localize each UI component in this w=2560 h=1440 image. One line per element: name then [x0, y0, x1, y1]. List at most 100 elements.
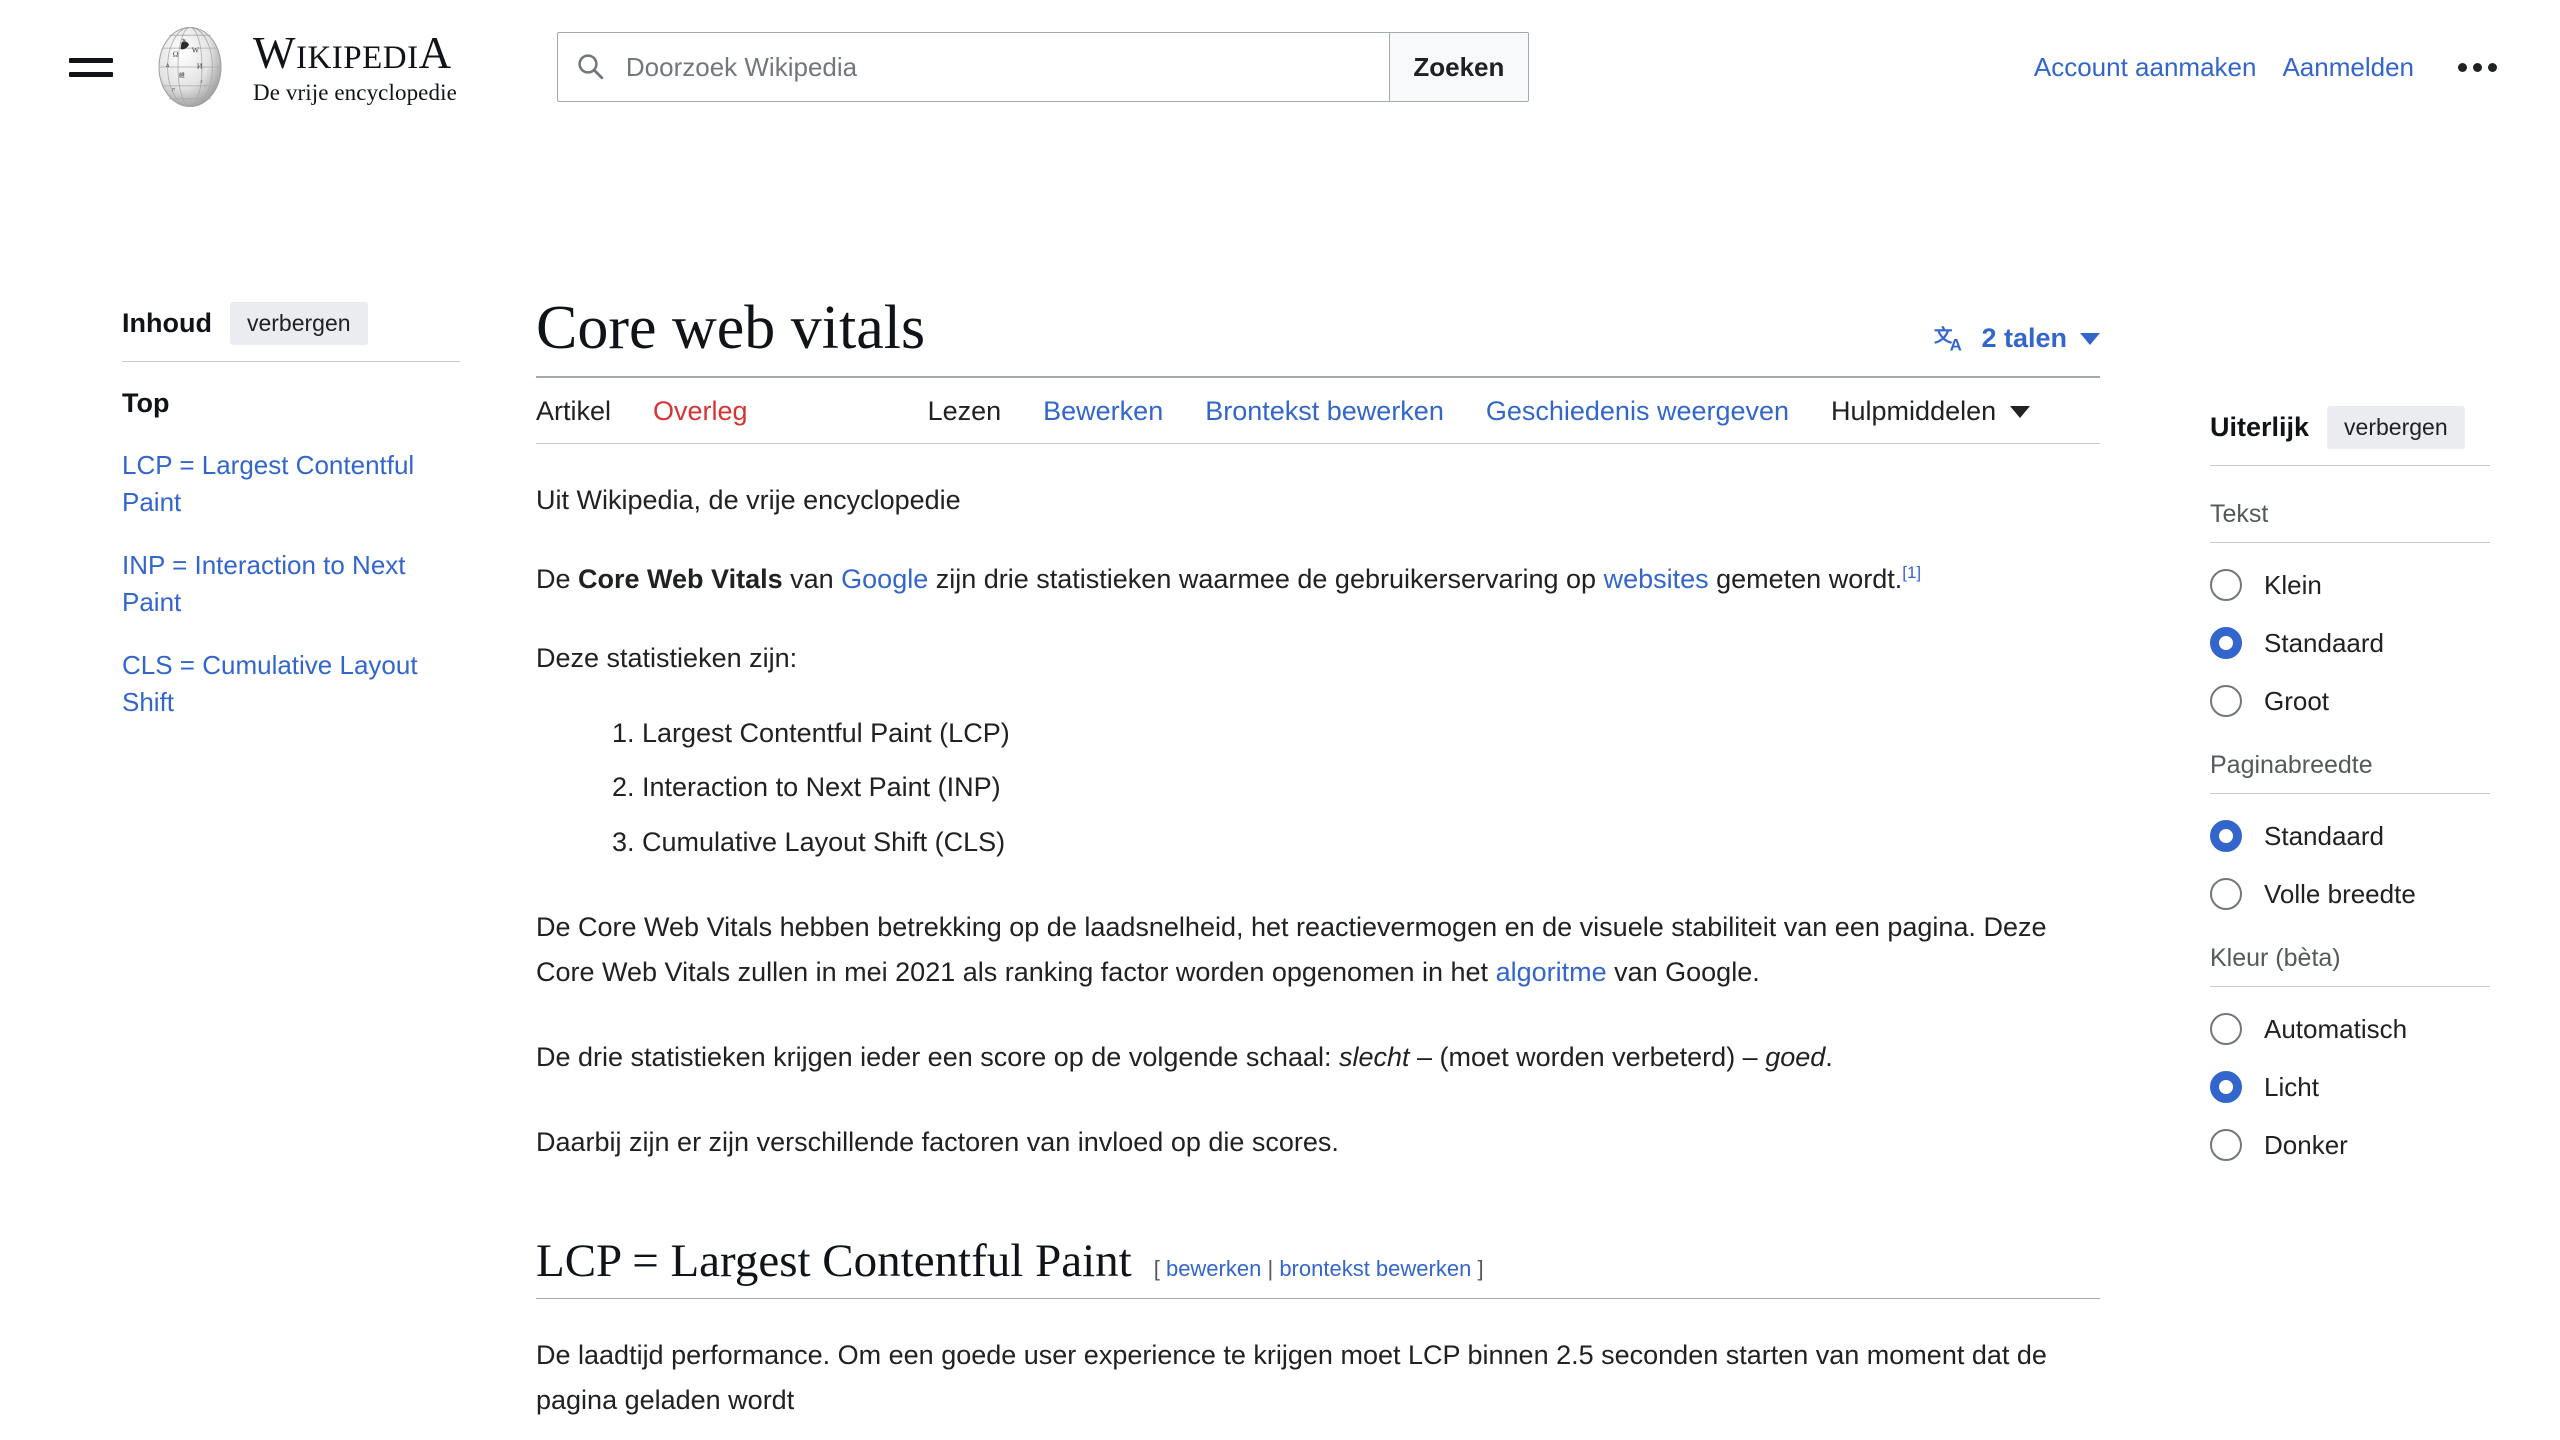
tools-menu-button[interactable]: Hulpmiddelen — [1831, 396, 2031, 427]
link-google[interactable]: Google — [841, 564, 928, 594]
radio-button-selected[interactable] — [2210, 820, 2242, 852]
appearance-hide-button[interactable]: verbergen — [2327, 406, 2465, 449]
link-algoritme[interactable]: algoritme — [1496, 957, 1607, 987]
lead-text-2: van — [782, 564, 842, 594]
appearance-sidebar: Uiterlijk verbergen Tekst Klein Standaar… — [2140, 134, 2560, 1161]
lcp-body-paragraph: De laadtijd performance. Om een goede us… — [536, 1340, 2047, 1416]
option-label: Klein — [2264, 569, 2322, 600]
article-title-row: Core web vitals 文 A 2 talen — [536, 294, 2100, 379]
radio-button[interactable] — [2210, 1013, 2242, 1045]
statistics-intro: Deze statistieken zijn: — [536, 642, 798, 673]
dot — [2473, 62, 2482, 72]
login-link[interactable]: Aanmelden — [2282, 52, 2414, 83]
scale-italic-goed: goed — [1765, 1041, 1826, 1072]
svg-text:維: 維 — [179, 71, 185, 79]
option-label: Standaard — [2264, 627, 2384, 658]
scale-text-1: De drie statistieken krijgen ieder een s… — [536, 1041, 1339, 1072]
appearance-group-label-kleur: Kleur (bèta) — [2210, 944, 2490, 987]
toc-list: Top LCP = Largest Contentful Paint INP =… — [122, 388, 460, 720]
toc-hide-button[interactable]: verbergen — [229, 302, 368, 345]
scale-text-3: . — [1825, 1041, 1833, 1072]
table-of-contents-sidebar: Inhoud verbergen Top LCP = Largest Conte… — [0, 134, 520, 746]
dot — [2488, 62, 2497, 72]
dot — [2458, 62, 2467, 72]
bracket-open: [ — [1153, 1256, 1160, 1282]
text-size-option-klein[interactable]: Klein — [2210, 569, 2490, 601]
text-size-option-groot[interactable]: Groot — [2210, 685, 2490, 717]
tab-geschiedenis-weergeven[interactable]: Geschiedenis weergeven — [1486, 396, 1789, 427]
section-heading-text: LCP = Largest Contentful Paint — [536, 1235, 1132, 1288]
chevron-down-icon — [2010, 405, 2031, 418]
statistics-list: Largest Contentful Paint (LCP) Interacti… — [536, 711, 2100, 865]
wikipedia-wordmark: WIKIPEDIA De vrije encyclopedie — [253, 27, 457, 105]
lead-bold-term: Core Web Vitals — [578, 564, 783, 594]
link-websites[interactable]: websites — [1604, 564, 1709, 594]
main-menu-hamburger-icon[interactable] — [65, 41, 117, 93]
wordmark-tagline: De vrije encyclopedie — [253, 79, 457, 105]
reference-marker-1[interactable]: [1] — [1902, 563, 1921, 582]
site-subtitle: Uit Wikipedia, de vrije encyclopedie — [536, 485, 961, 516]
option-label: Licht — [2264, 1071, 2319, 1102]
ellipsis-icon[interactable] — [2450, 53, 2505, 82]
toc-item-cls[interactable]: CLS = Cumulative Layout Shift — [122, 647, 460, 721]
appearance-group-label-paginabreedte: Paginabreedte — [2210, 751, 2490, 794]
wordmark-title: WIKIPEDIA — [253, 27, 452, 78]
site-header: Ω W И 維 ᐃ ᑦ あ ת WIKIPEDIA De vrije encyc… — [0, 0, 2560, 134]
option-label: Automatisch — [2264, 1013, 2408, 1044]
radio-button[interactable] — [2210, 685, 2242, 717]
list-item: Largest Contentful Paint (LCP) — [642, 711, 2100, 756]
radio-button[interactable] — [2210, 569, 2242, 601]
search-input[interactable] — [623, 50, 1371, 84]
wikipedia-logo-link[interactable]: Ω W И 維 ᐃ ᑦ あ ת WIKIPEDIA De vrije encyc… — [147, 24, 457, 110]
svg-text:A: A — [1950, 335, 1962, 354]
search-input-wrapper[interactable] — [556, 32, 1389, 102]
scale-italic-slecht: slecht — [1338, 1041, 1410, 1072]
lead-text-4: gemeten wordt. — [1708, 564, 1903, 594]
section-edit-link[interactable]: bewerken — [1166, 1256, 1261, 1281]
color-option-automatisch[interactable]: Automatisch — [2210, 1013, 2490, 1045]
namespace-tabs: Artikel Overleg — [536, 396, 748, 427]
toc-divider — [122, 361, 460, 362]
option-label: Volle breedte — [2264, 878, 2416, 909]
create-account-link[interactable]: Account aanmaken — [2034, 52, 2257, 83]
tab-lezen[interactable]: Lezen — [928, 396, 1002, 427]
tab-brontekst-bewerken[interactable]: Brontekst bewerken — [1205, 396, 1444, 427]
article-content: Core web vitals 文 A 2 talen Artikel Over… — [520, 134, 2140, 1423]
color-option-licht[interactable]: Licht — [2210, 1071, 2490, 1103]
option-label: Standaard — [2264, 820, 2384, 851]
option-label: Donker — [2264, 1129, 2348, 1160]
lead-text-1: De — [536, 564, 579, 594]
tab-bewerken[interactable]: Bewerken — [1043, 396, 1163, 427]
language-selector-button[interactable]: 文 A 2 talen — [1934, 323, 2100, 362]
wikipedia-globe-icon: Ω W И 維 ᐃ ᑦ あ ת — [158, 26, 222, 108]
page-width-option-volle-breedte[interactable]: Volle breedte — [2210, 878, 2490, 910]
tools-menu-label: Hulpmiddelen — [1831, 396, 1997, 427]
bracket-close: ] — [1477, 1256, 1484, 1282]
toc-item-top[interactable]: Top — [122, 388, 460, 419]
tab-overleg[interactable]: Overleg — [653, 396, 748, 427]
radio-button[interactable] — [2210, 878, 2242, 910]
tab-artikel[interactable]: Artikel — [536, 396, 611, 427]
page-title: Core web vitals — [536, 294, 926, 362]
text-size-option-standaard[interactable]: Standaard — [2210, 627, 2490, 659]
language-count-label: 2 talen — [1981, 323, 2067, 354]
radio-button-selected[interactable] — [2210, 627, 2242, 659]
color-option-donker[interactable]: Donker — [2210, 1129, 2490, 1161]
section-editsource-link[interactable]: brontekst bewerken — [1279, 1256, 1471, 1281]
option-label: Groot — [2264, 685, 2330, 716]
chevron-down-icon — [2080, 332, 2100, 345]
radio-button[interactable] — [2210, 1129, 2242, 1161]
page-width-option-standaard[interactable]: Standaard — [2210, 820, 2490, 852]
toc-item-inp[interactable]: INP = Interaction to Next Paint — [122, 547, 460, 621]
svg-text:Ω: Ω — [173, 50, 179, 59]
search-submit-button[interactable]: Zoeken — [1388, 32, 1529, 102]
search-form: Zoeken — [556, 32, 1529, 102]
reference-link-1[interactable]: [1] — [1902, 563, 1921, 582]
svg-text:ת: ת — [172, 87, 175, 93]
svg-text:ᑦ: ᑦ — [200, 80, 202, 86]
ranking-text-2: van Google. — [1606, 956, 1760, 987]
toc-item-lcp[interactable]: LCP = Largest Contentful Paint — [122, 447, 460, 521]
search-icon — [578, 54, 604, 80]
hamburger-bar — [69, 57, 113, 63]
radio-button-selected[interactable] — [2210, 1071, 2242, 1103]
